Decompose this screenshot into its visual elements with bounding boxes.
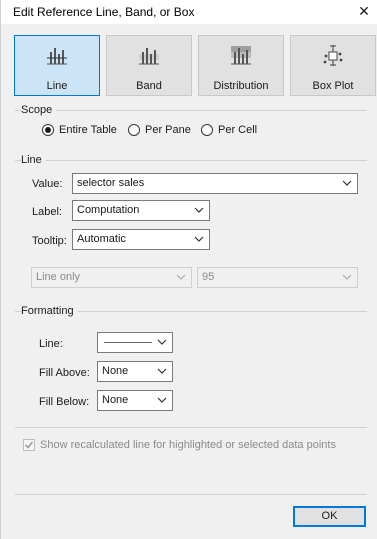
label-dropdown[interactable]: Computation (72, 200, 210, 221)
tooltip-label: Tooltip: (32, 235, 67, 247)
type-button-label: Line (46, 80, 68, 92)
formatting-section-label: Formatting (21, 305, 78, 317)
line-style-sample (104, 342, 152, 343)
line-section-label: Line (21, 154, 46, 166)
value-dropdown[interactable]: selector sales (72, 173, 358, 194)
chevron-down-icon (156, 391, 168, 410)
fill-above-label: Fill Above: (39, 367, 90, 379)
band-chart-icon (107, 44, 191, 68)
dialog-content: Line Band Distribution Box Plot Scope En… (1, 24, 377, 539)
chevron-down-icon (341, 174, 353, 193)
confidence-type-dropdown: Line only (31, 267, 192, 288)
line-style-dropdown[interactable] (97, 332, 173, 353)
confidence-level-dropdown: 95 (197, 267, 358, 288)
type-button-label: Box Plot (312, 80, 354, 92)
radio-label: Entire Table (59, 124, 117, 136)
distribution-chart-icon (199, 44, 283, 68)
footer-divider (15, 494, 367, 495)
scope-section-label: Scope (21, 104, 57, 116)
chevron-down-icon (175, 268, 187, 287)
chevron-down-icon (156, 362, 168, 381)
chevron-down-icon (156, 333, 168, 352)
fill-below-label: Fill Below: (39, 396, 90, 408)
type-button-band[interactable]: Band (106, 35, 192, 96)
label-dropdown-text: Computation (77, 204, 140, 216)
value-dropdown-text: selector sales (77, 177, 145, 189)
confidence-level-text: 95 (202, 271, 215, 283)
type-button-label: Distribution (213, 80, 269, 92)
tooltip-dropdown-text: Automatic (77, 233, 126, 245)
chevron-down-icon (193, 230, 205, 249)
fill-above-dropdown[interactable]: None (97, 361, 173, 382)
scope-radio-entire-table[interactable]: Entire Table (42, 124, 117, 136)
close-icon[interactable]: ✕ (350, 0, 377, 24)
type-button-box-plot[interactable]: Box Plot (290, 35, 376, 96)
radio-label: Per Pane (145, 124, 191, 136)
recalc-divider (15, 427, 367, 428)
type-button-label: Band (136, 80, 162, 92)
scope-divider (15, 110, 367, 111)
fill-above-text: None (102, 365, 129, 377)
radio-label: Per Cell (218, 124, 258, 136)
scope-radio-per-pane[interactable]: Per Pane (128, 124, 191, 136)
value-label: Value: (32, 178, 63, 190)
box-plot-icon (291, 44, 375, 68)
dialog-title: Edit Reference Line, Band, or Box (13, 5, 195, 19)
line-divider (15, 160, 367, 161)
type-button-line[interactable]: Line (14, 35, 100, 96)
title-bar: Edit Reference Line, Band, or Box ✕ (1, 0, 377, 24)
tooltip-dropdown[interactable]: Automatic (72, 229, 210, 250)
recalc-label: Show recalculated line for highlighted o… (40, 439, 336, 451)
radio-button (128, 124, 140, 136)
confidence-type-text: Line only (36, 271, 81, 283)
line-chart-icon (15, 44, 99, 68)
checkbox-box (23, 439, 35, 451)
type-button-distribution[interactable]: Distribution (198, 35, 284, 96)
scope-radio-per-cell[interactable]: Per Cell (201, 124, 257, 136)
fill-below-dropdown[interactable]: None (97, 390, 173, 411)
fill-below-text: None (102, 394, 129, 406)
ok-button[interactable]: OK (293, 506, 366, 527)
radio-button (42, 124, 54, 136)
chevron-down-icon (193, 201, 205, 220)
radio-button (201, 124, 213, 136)
format-line-label: Line: (39, 338, 63, 350)
label-label: Label: (32, 206, 62, 218)
edit-reference-line-dialog: Edit Reference Line, Band, or Box ✕ Line (0, 0, 377, 539)
chevron-down-icon (341, 268, 353, 287)
recalc-checkbox: Show recalculated line for highlighted o… (23, 439, 336, 451)
